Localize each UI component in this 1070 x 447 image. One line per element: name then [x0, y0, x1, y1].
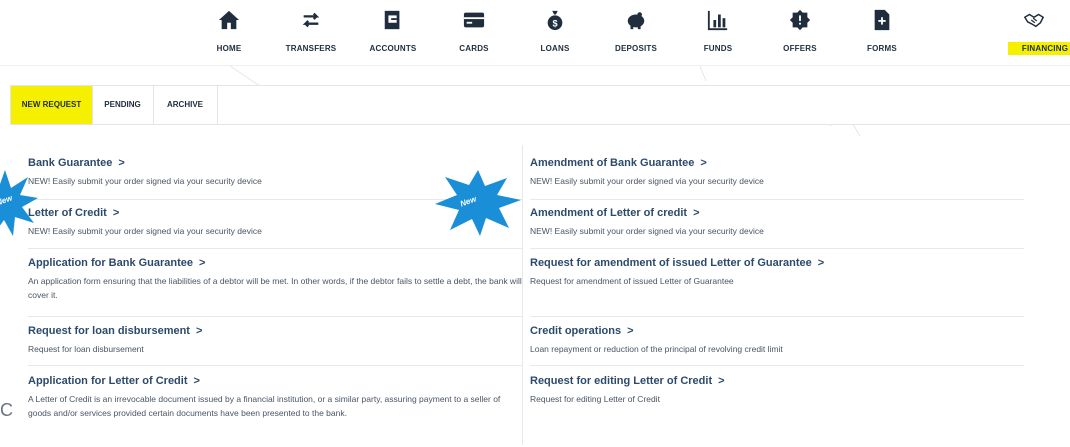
service-item-application-letter-of-credit[interactable]: Application for Letter of Credit > A Lett…: [28, 374, 522, 446]
item-title: Request for editing Letter of Credit >: [530, 374, 1024, 388]
item-title-text: Request for editing Letter of Credit: [530, 375, 713, 387]
service-item-credit-operations[interactable]: Credit operations > Loan repayment or red…: [530, 324, 1024, 366]
item-title: Application for Bank Guarantee >: [28, 256, 522, 270]
tab-pending[interactable]: PENDING: [92, 86, 154, 124]
nav-financing-label: FINANCING: [1008, 42, 1070, 55]
nav-home[interactable]: HOME: [189, 0, 269, 70]
tab-new-request[interactable]: NEW REQUEST: [11, 86, 93, 124]
nav-offers-label: OFFERS: [783, 44, 817, 53]
chevron-right-icon: >: [193, 375, 200, 387]
nav-home-label: HOME: [216, 44, 242, 53]
service-item-amendment-bank-guarantee[interactable]: Amendment of Bank Guarantee > NEW! Easily…: [530, 156, 1024, 200]
nav-loans[interactable]: $ LOANS: [515, 0, 595, 70]
form-plus-icon: [874, 9, 890, 31]
item-title-text: Credit operations: [530, 325, 622, 337]
handshake-icon: [1023, 13, 1045, 28]
chevron-right-icon: >: [817, 257, 825, 269]
main-navigation: HOME TRANSFERS ACCOUNTS CARDS $ LOANS DE…: [0, 0, 1070, 70]
item-description: Request for amendment of issued Letter o…: [530, 276, 734, 286]
service-item-amendment-letter-of-guarantee[interactable]: Request for amendment of issued Letter o…: [530, 256, 1024, 317]
item-title-text: Application for Bank Guarantee: [28, 257, 194, 269]
service-item-amendment-letter-of-credit[interactable]: Amendment of Letter of credit > NEW! Easi…: [530, 206, 1024, 249]
money-bag-icon: $: [547, 10, 563, 31]
chevron-right-icon: >: [199, 257, 206, 269]
item-title-text: Amendment of Letter of credit: [530, 207, 688, 219]
nav-deposits-label: DEPOSITS: [614, 44, 658, 53]
new-badge-center: New: [433, 168, 523, 238]
chevron-right-icon: >: [627, 325, 634, 337]
nav-cards-label: CARDS: [459, 44, 489, 53]
service-item-application-bank-guarantee[interactable]: Application for Bank Guarantee > An appli…: [28, 256, 522, 317]
item-description: Loan repayment or reduction of the princ…: [530, 344, 783, 354]
nav-transfers[interactable]: TRANSFERS: [271, 0, 351, 70]
chevron-right-icon: >: [693, 207, 700, 219]
service-item-loan-disbursement[interactable]: Request for loan disbursement > Request f…: [28, 324, 522, 366]
item-description: NEW! Easily submit your order signed via…: [530, 226, 764, 236]
item-description: Request for loan disbursement: [28, 344, 144, 354]
nav-funds-label: FUNDS: [703, 44, 733, 53]
chevron-right-icon: >: [195, 325, 203, 337]
item-description: Request for editing Letter of Credit: [530, 394, 660, 404]
transfer-arrows-icon: [302, 12, 320, 28]
nav-funds[interactable]: FUNDS: [678, 0, 758, 70]
item-title-text: Request for amendment of issued Letter o…: [530, 257, 812, 269]
nav-financing[interactable]: FINANCING: [994, 0, 1070, 70]
offer-badge-icon: [789, 9, 811, 31]
chevron-right-icon: >: [700, 157, 707, 169]
item-title-text: Application for Letter of Credit: [28, 375, 188, 387]
item-title: Request for loan disbursement >: [28, 324, 522, 338]
partial-glyph: C: [0, 400, 13, 420]
nav-forms-label: FORMS: [867, 44, 897, 53]
item-title: Amendment of Bank Guarantee >: [530, 156, 1024, 170]
item-title-text: Amendment of Bank Guarantee: [530, 157, 695, 169]
tab-archive[interactable]: ARCHIVE: [153, 86, 218, 124]
chevron-right-icon: >: [718, 375, 725, 387]
item-title: Credit operations >: [530, 324, 1024, 338]
item-title: Request for amendment of issued Letter o…: [530, 256, 1024, 270]
nav-accounts[interactable]: ACCOUNTS: [353, 0, 433, 70]
nav-deposits[interactable]: DEPOSITS: [596, 0, 676, 70]
card-icon: [463, 12, 485, 28]
item-title: Application for Letter of Credit >: [28, 374, 522, 388]
chevron-right-icon: >: [118, 157, 125, 169]
nav-offers[interactable]: OFFERS: [760, 0, 840, 70]
nav-loans-label: LOANS: [540, 44, 570, 53]
starburst-icon: [435, 170, 521, 236]
nav-cards[interactable]: CARDS: [434, 0, 514, 70]
new-badge-left: New: [0, 168, 40, 238]
item-description: A Letter of Credit is an irrevocable doc…: [28, 394, 501, 418]
item-description: An application form ensuring that the li…: [28, 276, 522, 300]
piggy-bank-icon: [627, 12, 645, 30]
item-description: NEW! Easily submit your order signed via…: [530, 176, 764, 186]
item-title-text: Bank Guarantee: [28, 157, 113, 169]
request-tabs: NEW REQUEST PENDING ARCHIVE: [10, 85, 1070, 125]
item-title: Amendment of Letter of credit >: [530, 206, 1024, 220]
chevron-right-icon: >: [112, 207, 120, 219]
accounts-icon: [384, 10, 400, 30]
nav-transfers-label: TRANSFERS: [285, 44, 337, 53]
nav-forms[interactable]: FORMS: [842, 0, 922, 70]
bar-chart-icon: [707, 10, 728, 31]
service-item-editing-letter-of-credit[interactable]: Request for editing Letter of Credit > Re…: [530, 374, 1024, 414]
item-title-text: Request for loan disbursement: [28, 325, 190, 337]
svg-text:$: $: [552, 18, 557, 28]
home-icon: [218, 10, 240, 30]
nav-accounts-label: ACCOUNTS: [369, 44, 417, 53]
